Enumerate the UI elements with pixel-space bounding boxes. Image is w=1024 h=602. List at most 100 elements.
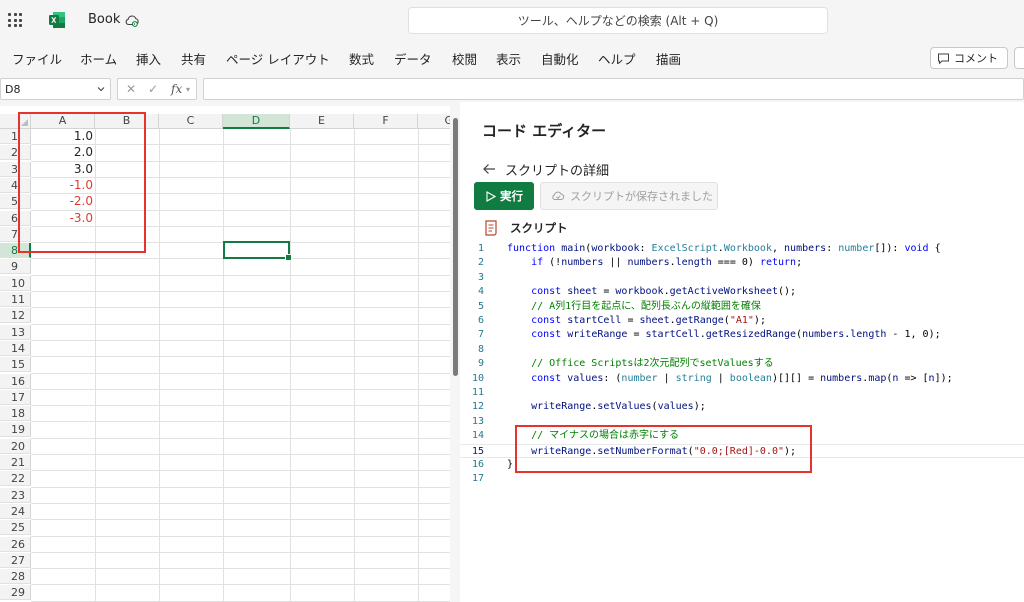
line-number: 5 (477, 300, 484, 312)
document-title[interactable]: Book (88, 12, 120, 27)
active-cell-d8[interactable] (223, 241, 292, 261)
row-gridline (31, 568, 450, 570)
name-box[interactable]: D8 (0, 78, 111, 100)
row-header[interactable]: 19 (0, 422, 31, 438)
row-header[interactable]: 11 (0, 292, 31, 307)
code-text: } (507, 459, 514, 470)
excel-window: Book ツール、ヘルプなどの検索 (Alt + Q) ファイル ホーム 挿入 … (0, 0, 1024, 602)
formula-input[interactable] (203, 78, 1024, 100)
row-gridline (31, 486, 450, 488)
tab-formulas[interactable]: 数式 (349, 49, 374, 68)
row-header[interactable]: 29 (0, 585, 31, 601)
line-number: 3 (477, 271, 484, 283)
chevron-down-icon[interactable] (96, 84, 106, 94)
code-line[interactable]: 9 // Office Scriptsは2次元配列でsetValuesする (460, 357, 1024, 371)
excel-logo-icon (49, 12, 65, 28)
code-line[interactable]: 12 writeRange.setValues(values); (460, 400, 1024, 414)
code-editor-pane: コード エディター スクリプトの詳細 実行 スクリプトが保存されました スクリプ… (460, 102, 1024, 602)
code-line[interactable]: 7 const writeRange = startCell.getResize… (460, 328, 1024, 342)
line-number: 10 (471, 372, 484, 384)
row-header[interactable]: 23 (0, 487, 31, 503)
code-line[interactable]: 11 (460, 386, 1024, 400)
cancel-icon[interactable]: ✕ (126, 82, 136, 96)
code-line[interactable]: 6 const startCell = sheet.getRange("A1")… (460, 314, 1024, 328)
column-header-g[interactable]: G (418, 114, 450, 129)
tab-share[interactable]: 共有 (181, 49, 206, 68)
line-number: 15 (471, 445, 484, 457)
app-launcher-icon[interactable] (8, 13, 22, 27)
code-line[interactable]: 10 const values: (number | string | bool… (460, 372, 1024, 386)
tab-page-layout[interactable]: ページ レイアウト (226, 49, 330, 68)
row-header[interactable]: 25 (0, 520, 31, 536)
row-header[interactable]: 26 (0, 536, 31, 552)
column-header-e[interactable]: E (290, 114, 354, 129)
scrollbar-thumb[interactable] (453, 118, 458, 376)
row-header[interactable]: 16 (0, 373, 31, 389)
row-header[interactable]: 22 (0, 471, 31, 487)
tab-insert[interactable]: 挿入 (136, 49, 161, 68)
back-arrow-icon[interactable] (482, 162, 496, 176)
cloud-sync-icon[interactable] (124, 12, 140, 28)
code-text: function main(workbook: ExcelScript.Work… (507, 243, 941, 254)
row-header[interactable]: 13 (0, 324, 31, 340)
tab-data[interactable]: データ (394, 49, 432, 68)
code-text: const sheet = workbook.getActiveWorkshee… (531, 286, 797, 298)
comment-button[interactable]: コメント (930, 47, 1008, 69)
row-header[interactable]: 24 (0, 503, 31, 519)
line-number: 11 (471, 387, 484, 398)
row-header[interactable]: 28 (0, 569, 31, 585)
row-gridline (31, 519, 450, 521)
line-number: 8 (477, 343, 484, 355)
code-line[interactable]: 17 (460, 472, 1024, 486)
code-line[interactable]: 4 const sheet = workbook.getActiveWorksh… (460, 285, 1024, 299)
code-editor[interactable]: 1 function main(workbook: ExcelScript.Wor… (460, 242, 1024, 602)
search-input[interactable]: ツール、ヘルプなどの検索 (Alt + Q) (408, 7, 828, 34)
row-header[interactable]: 21 (0, 455, 31, 470)
title-bar: Book ツール、ヘルプなどの検索 (Alt + Q) (0, 0, 1024, 42)
fx-chevron-icon[interactable]: ▾ (186, 85, 190, 94)
tab-automate[interactable]: 自動化 (541, 49, 579, 68)
annotation-box-code (515, 425, 812, 473)
code-text: if (!numbers || numbers.length === 0) re… (531, 257, 803, 269)
saved-button-label: スクリプトが保存されました (570, 190, 713, 203)
formula-controls: ✕ ✓ fx ▾ (117, 78, 197, 100)
insert-function-icon[interactable]: fx (171, 82, 182, 96)
tab-help[interactable]: ヘルプ (598, 49, 636, 68)
ribbon-menu: ファイル ホーム 挿入 共有 ページ レイアウト 数式 データ 校閲 表示 自動… (0, 42, 1024, 72)
row-header[interactable]: 14 (0, 340, 31, 356)
row-header[interactable]: 17 (0, 389, 31, 405)
code-line[interactable]: 1 function main(workbook: ExcelScript.Wor… (460, 242, 1024, 256)
column-header-d[interactable]: D (223, 114, 290, 129)
code-line[interactable]: 5 // A列1行目を起点に、配列長ぶんの縦範囲を確保 (460, 300, 1024, 314)
column-header-f[interactable]: F (354, 114, 418, 129)
row-gridline (31, 551, 450, 553)
grid-scrollbar[interactable] (450, 106, 460, 602)
code-line[interactable]: 3 (460, 271, 1024, 285)
tab-home[interactable]: ホーム (80, 49, 117, 68)
tab-draw[interactable]: 描画 (656, 49, 681, 68)
share-button-edge[interactable] (1014, 47, 1024, 69)
row-header[interactable]: 27 (0, 552, 31, 568)
code-line[interactable]: 8 (460, 343, 1024, 357)
run-button[interactable]: 実行 (474, 182, 534, 210)
row-gridline (31, 405, 450, 407)
row-header[interactable]: 12 (0, 308, 31, 324)
row-header[interactable]: 9 (0, 259, 31, 275)
play-icon (486, 190, 496, 202)
row-header[interactable]: 18 (0, 406, 31, 422)
tab-file[interactable]: ファイル (12, 49, 62, 68)
row-gridline (31, 584, 450, 586)
line-number: 6 (477, 315, 484, 326)
row-header[interactable]: 20 (0, 438, 31, 454)
code-line[interactable]: 2 if (!numbers || numbers.length === 0) … (460, 256, 1024, 270)
tab-review[interactable]: 校閲 (452, 49, 477, 68)
row-gridline (31, 372, 450, 374)
row-header[interactable]: 15 (0, 357, 31, 373)
row-gridline (31, 421, 450, 423)
row-header[interactable]: 10 (0, 275, 31, 291)
column-header-c[interactable]: C (159, 114, 223, 129)
tab-view[interactable]: 表示 (496, 49, 521, 68)
row-gridline (31, 454, 450, 455)
enter-icon[interactable]: ✓ (148, 82, 158, 96)
script-details-label: スクリプトの詳細 (505, 164, 610, 179)
